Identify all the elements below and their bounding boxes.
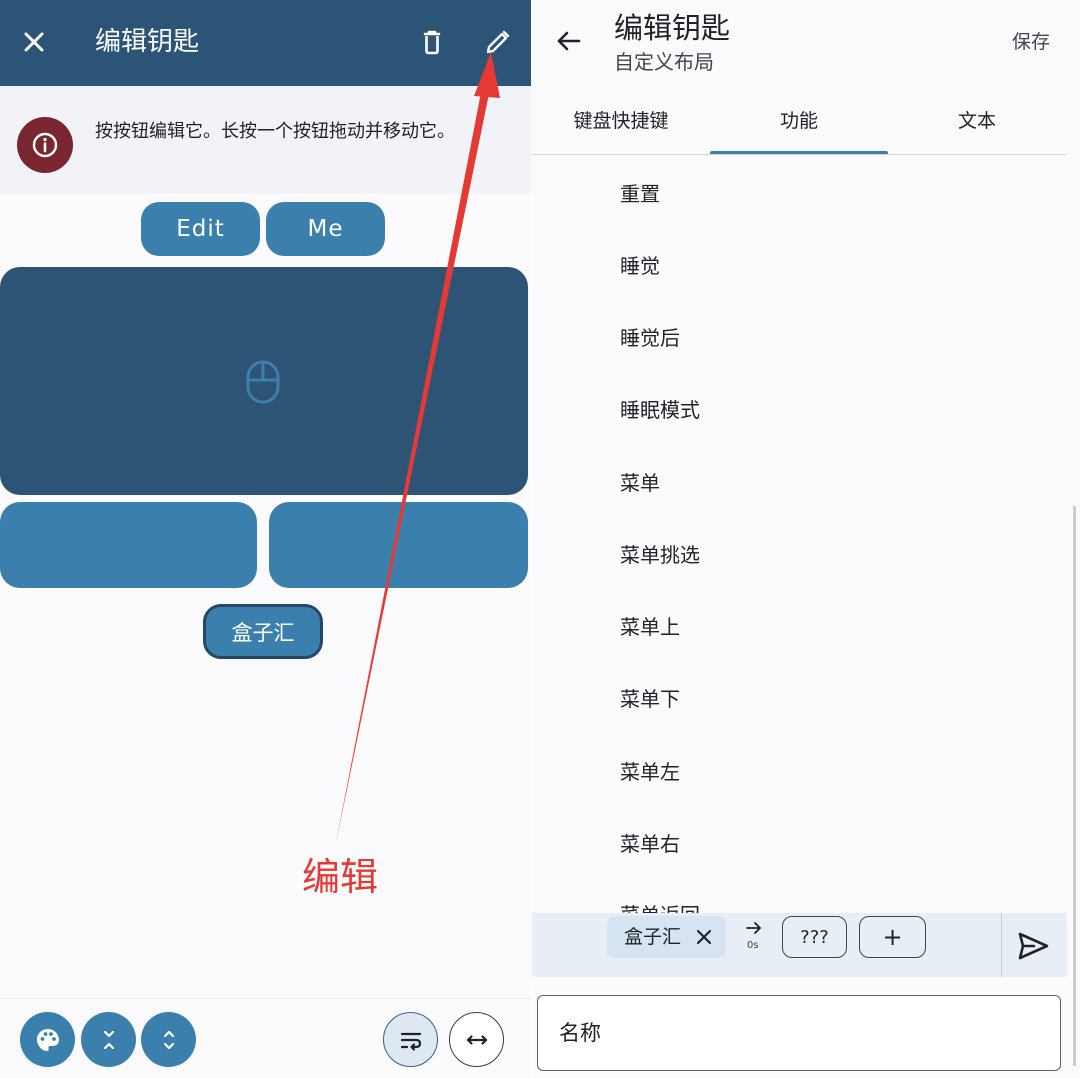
scrollbar[interactable] xyxy=(1073,506,1076,1066)
close-icon[interactable] xyxy=(693,926,715,948)
function-picker: 编辑钥匙 自定义布局 保存 键盘快捷键 功能 文本 重置 睡觉 睡觉后 睡眠模式… xyxy=(532,0,1080,1078)
tab-divider xyxy=(532,154,1067,155)
list-item[interactable]: 菜单左 xyxy=(620,757,680,787)
list-item[interactable]: 睡觉 xyxy=(620,251,660,281)
me-key-button[interactable]: Me xyxy=(266,202,385,256)
info-banner: 按按钮编辑它。长按一个按钮拖动并移动它。 xyxy=(0,86,531,194)
expand-button[interactable] xyxy=(141,1012,196,1067)
macro-key-chip[interactable]: 盒子汇 xyxy=(607,916,726,958)
mouse-left-button[interactable] xyxy=(0,502,257,588)
close-icon xyxy=(24,32,44,52)
unknown-key-button[interactable]: ??? xyxy=(782,916,847,958)
tab-text[interactable]: 文本 xyxy=(888,106,1066,140)
expand-icon xyxy=(163,1030,174,1049)
width-toggle-button[interactable] xyxy=(449,1012,504,1067)
plus-icon: + xyxy=(882,923,903,951)
delay-label: 0s xyxy=(747,940,759,951)
save-button[interactable]: 保存 xyxy=(1012,28,1050,56)
mouse-icon xyxy=(246,360,280,404)
back-arrow-icon xyxy=(557,31,581,51)
list-item[interactable]: 菜单下 xyxy=(620,684,680,714)
back-button[interactable] xyxy=(552,24,586,58)
list-item[interactable]: 菜单挑选 xyxy=(620,540,700,570)
add-key-button[interactable]: + xyxy=(859,916,926,958)
name-input[interactable]: 名称 xyxy=(537,995,1061,1071)
page-title: 编辑钥匙 xyxy=(614,11,731,45)
edit-button[interactable] xyxy=(480,24,516,60)
list-item[interactable]: 睡眠模式 xyxy=(620,395,700,425)
mouse-right-button[interactable] xyxy=(269,502,528,588)
wrap-toggle-button[interactable] xyxy=(383,1012,438,1067)
edit-key-button[interactable]: Edit xyxy=(141,202,260,256)
list-item[interactable]: 菜单上 xyxy=(620,612,680,642)
annotation-label: 编辑 xyxy=(302,855,379,899)
pencil-icon xyxy=(486,30,510,54)
macro-sequence-bar: 盒子汇 0s ??? + xyxy=(532,913,1067,977)
info-icon xyxy=(32,132,58,158)
list-item[interactable]: 菜单返回 xyxy=(620,900,700,913)
custom-key-button[interactable]: 盒子汇 xyxy=(203,604,323,659)
mouse-touchpad[interactable] xyxy=(0,267,528,495)
arrow-right-icon xyxy=(746,922,761,934)
divider xyxy=(1001,913,1002,977)
name-field-label: 名称 xyxy=(559,1021,601,1045)
list-item[interactable]: 菜单 xyxy=(620,468,660,498)
list-item[interactable]: 睡觉后 xyxy=(620,323,680,353)
info-badge xyxy=(17,117,73,173)
list-item[interactable]: 重置 xyxy=(620,179,660,209)
info-text: 按按钮编辑它。长按一个按钮拖动并移动它。 xyxy=(95,121,455,142)
function-list: 重置 睡觉 睡觉后 睡眠模式 菜单 菜单挑选 菜单上 菜单下 菜单左 菜单右 菜… xyxy=(532,156,1080,913)
tab-functions[interactable]: 功能 xyxy=(710,106,888,140)
send-icon xyxy=(1018,932,1049,960)
key-editor-preview: 编辑钥匙 按按钮编辑它。长按一个按钮拖动并移动它。 Edit Me 盒子汇 编辑 xyxy=(0,0,531,1078)
page-title: 编辑钥匙 xyxy=(95,27,200,57)
send-button[interactable] xyxy=(1016,929,1050,963)
palette-button[interactable] xyxy=(20,1012,75,1067)
collapse-icon xyxy=(103,1030,114,1049)
list-item[interactable]: 菜单右 xyxy=(620,829,680,859)
delete-button[interactable] xyxy=(414,24,450,60)
wrap-text-icon xyxy=(400,1032,421,1051)
close-button[interactable] xyxy=(16,24,52,60)
collapse-button[interactable] xyxy=(81,1012,136,1067)
top-app-bar: 编辑钥匙 xyxy=(0,0,531,86)
page-subtitle: 自定义布局 xyxy=(614,50,714,74)
macro-chip-label: 盒子汇 xyxy=(624,926,682,948)
width-icon xyxy=(466,1034,487,1045)
delete-icon xyxy=(423,30,441,55)
tab-keyboard-shortcuts[interactable]: 键盘快捷键 xyxy=(532,106,710,140)
palette-icon xyxy=(36,1028,59,1051)
